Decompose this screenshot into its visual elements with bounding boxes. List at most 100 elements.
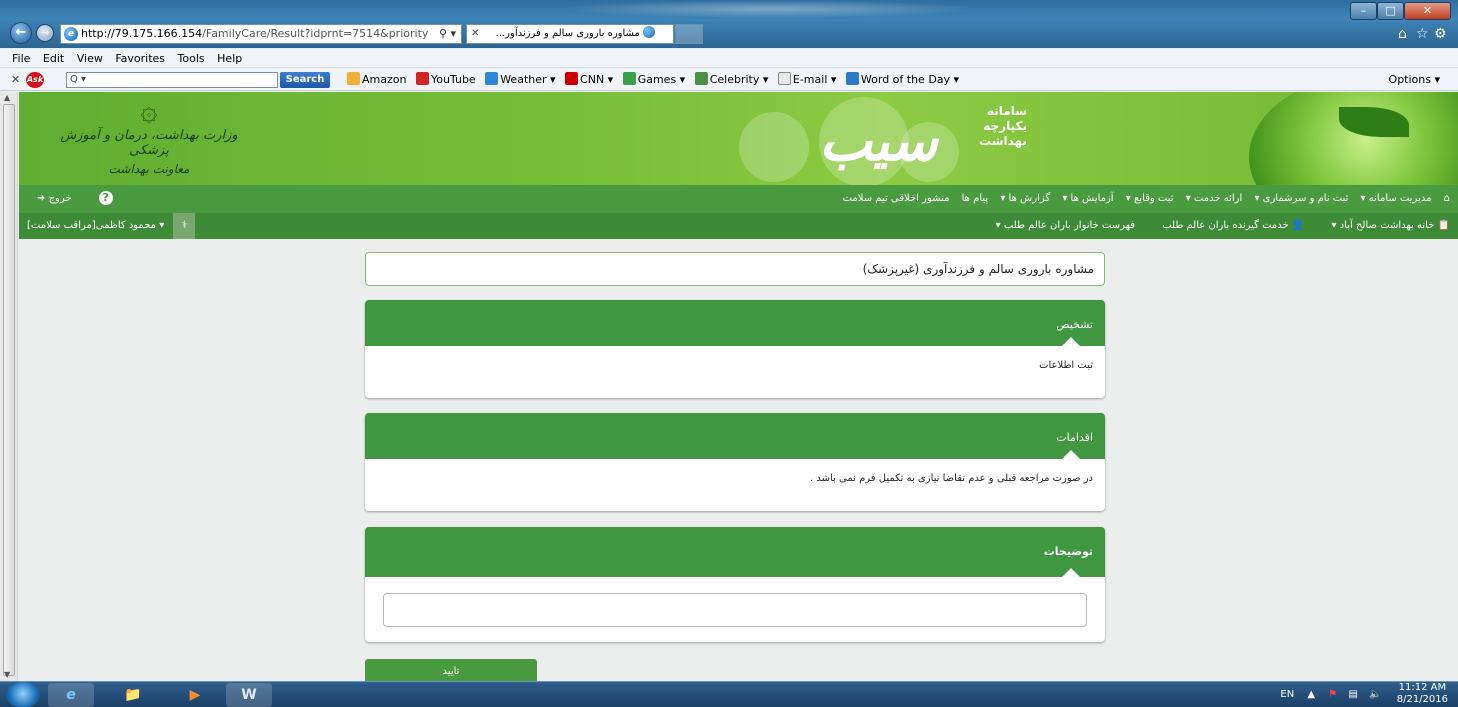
panel-notch [1061,568,1081,578]
toolbar-close-icon[interactable]: ✕ [11,69,20,91]
maximize-button[interactable]: □ [1377,2,1404,20]
ministry-deputy: معاونت بهداشت [108,162,190,176]
logout-link[interactable]: ➜ خروج [37,193,72,204]
menu-favorites[interactable]: Favorites [115,52,165,65]
panel-heading: تشخیص [365,300,1105,347]
menu-tools[interactable]: Tools [178,52,205,65]
back-button[interactable]: ← [10,22,32,44]
main-navigation: ⌂ مدیریت سامانه ▾ ثبت نام و سرشماری ▾ ار… [19,185,1458,213]
ask-toolbar: ✕ Ask Q ▾ Search Amazon YouTube Weather … [0,69,1458,91]
tab-title: مشاوره باروری سالم و فرزندآور... [495,28,640,39]
favorites-star-icon[interactable]: ☆ [1416,26,1429,42]
nav-item-tests[interactable]: آزمایش ها ▾ [1062,193,1113,204]
action-center-flag-icon[interactable]: ⚑ [1328,689,1337,700]
ministry-logo: ۞ وزارت بهداشت، درمان و آموزش پزشکی معاو… [59,93,239,177]
main-nav-items: ⌂ مدیریت سامانه ▾ ثبت نام و سرشماری ▾ ار… [834,185,1450,213]
user-menu[interactable]: محمود کاظمی[مراقب سلامت] ▾ ⚕ [27,213,196,239]
minimize-button[interactable]: – [1350,2,1377,20]
diagnosis-panel: تشخیص ثبت اطلاعات [365,300,1105,398]
clock-time: 11:12 AM [1398,682,1447,693]
link-youtube[interactable]: YouTube [415,72,476,86]
nav-item-ethics-charter[interactable]: منشور اخلاقی تیم سلامت [843,193,950,204]
nav-item-reports[interactable]: گزارش ها ▾ [1000,193,1050,204]
brand-line: سامانه [986,104,1027,118]
title-glow [560,0,980,18]
menu-edit[interactable]: Edit [43,52,64,65]
address-tools-icons[interactable]: ⚲ ▾ ↺ ✕ [437,25,461,43]
menu-view[interactable]: View [77,52,103,65]
household-list[interactable]: فهرست خانوار باران عالم طلب ▾ [996,220,1135,231]
health-house-label: خانه بهداشت صالح آباد ▾ [1331,220,1435,231]
user-role-icon: ⚕ [173,213,196,239]
clock-date: 8/21/2016 [1396,694,1448,705]
taskbar-media-player-icon[interactable]: ▶ [172,683,218,707]
notes-textarea[interactable] [383,593,1087,627]
new-tab-button[interactable] [675,24,703,44]
green-apple-image [1249,92,1458,185]
youtube-icon [415,72,429,85]
link-email[interactable]: E-mail ▾ [777,72,836,86]
tray-expand-icon[interactable]: ▲ [1307,689,1315,700]
clock[interactable]: 11:12 AM 8/21/2016 [1397,682,1448,706]
vertical-scrollbar[interactable]: ▲ ▼ [0,92,18,681]
ie-page-icon: e [64,27,78,41]
link-games[interactable]: Games ▾ [622,72,685,86]
link-word-of-the-day[interactable]: Word of the Day ▾ [845,72,959,86]
scroll-thumb[interactable] [3,104,15,676]
menu-file[interactable]: File [12,52,30,65]
forward-button[interactable]: → [36,24,54,42]
user-name: محمود کاظمی[مراقب سلامت] ▾ [27,220,165,231]
nav-item-system-management[interactable]: مدیریت سامانه ▾ [1361,193,1432,204]
network-icon[interactable]: ▤ [1348,689,1357,700]
home-icon[interactable]: ⌂ [1398,26,1407,42]
games-icon [622,72,636,85]
celebrity-icon [694,72,708,85]
panel-body: ثبت اطلاعات [1039,360,1093,371]
nav-item-service[interactable]: ارائه خدمت ▾ [1186,193,1243,204]
settings-gear-icon[interactable]: ⚙ [1434,26,1447,42]
menu-bar: File Edit View Favorites Tools Help [0,49,1458,68]
submit-button[interactable]: تایید [365,659,537,681]
toolbar-options[interactable]: Options ▾ [1389,69,1440,91]
panel-heading: توضیحات [365,527,1105,578]
toolbar-search-input[interactable]: Q ▾ [66,72,278,88]
email-icon [777,72,791,85]
panel-heading: اقدامات [365,413,1105,460]
address-path: /FamilyCare/Result?idprnt=7514&priority [202,27,429,40]
taskbar-explorer-folder-icon[interactable]: 📁 [110,683,156,707]
language-indicator[interactable]: EN [1280,689,1294,700]
volume-icon[interactable]: 🔈 [1369,689,1381,700]
menu-help[interactable]: Help [217,52,242,65]
close-window-button[interactable]: ✕ [1404,2,1451,20]
browser-title-bar: ← → e http://79.175.166.154/FamilyCare/R… [0,0,1458,48]
tab-close-icon[interactable]: ✕ [471,25,479,43]
iran-emblem-icon: ۞ [140,93,158,128]
start-button[interactable] [6,682,40,707]
page-title: مشاوره باروری سالم و فرزندآوری (غیرپزشک) [365,252,1105,286]
actions-panel: اقدامات در صورت مراجعه قبلی و عدم تقاضا … [365,413,1105,511]
scroll-up-icon[interactable]: ▲ [4,93,10,102]
address-bar[interactable]: e http://79.175.166.154/FamilyCare/Resul… [60,24,462,44]
address-host: http://79.175.166.154 [81,27,203,40]
health-house-selector[interactable]: 📋 خانه بهداشت صالح آباد ▾ [1320,220,1450,231]
browser-tab[interactable]: ✕ مشاوره باروری سالم و فرزندآور... [466,24,674,44]
help-icon[interactable]: ? [98,191,113,205]
link-celebrity[interactable]: Celebrity ▾ [694,72,768,86]
weather-icon [485,72,499,85]
nav-item-registration[interactable]: ثبت نام و سرشماری ▾ [1254,193,1348,204]
link-weather[interactable]: Weather ▾ [485,72,556,86]
taskbar-internet-explorer-icon[interactable]: e [48,683,94,707]
panel-heading-text: تشخیص [1056,318,1093,331]
link-cnn[interactable]: CNN ▾ [565,72,613,86]
home-icon[interactable]: ⌂ [1444,193,1450,204]
page-content: مشاوره باروری سالم و فرزندآوری (غیرپزشک)… [19,239,1458,681]
nav-item-events[interactable]: ثبت وقایع ▾ [1126,193,1174,204]
taskbar-word-icon[interactable]: W [226,683,272,707]
link-amazon[interactable]: Amazon [347,72,406,86]
service-recipient[interactable]: 👤 خدمت گیرنده باران عالم طلب [1150,220,1304,231]
sib-brand: سامانه یکپارچه بهداشت سیب [819,104,1027,174]
scroll-down-icon[interactable]: ▼ [4,670,10,679]
panel-notch [1061,450,1081,460]
nav-item-messages[interactable]: پیام ها [962,193,989,204]
toolbar-search-button[interactable]: Search [280,72,330,88]
